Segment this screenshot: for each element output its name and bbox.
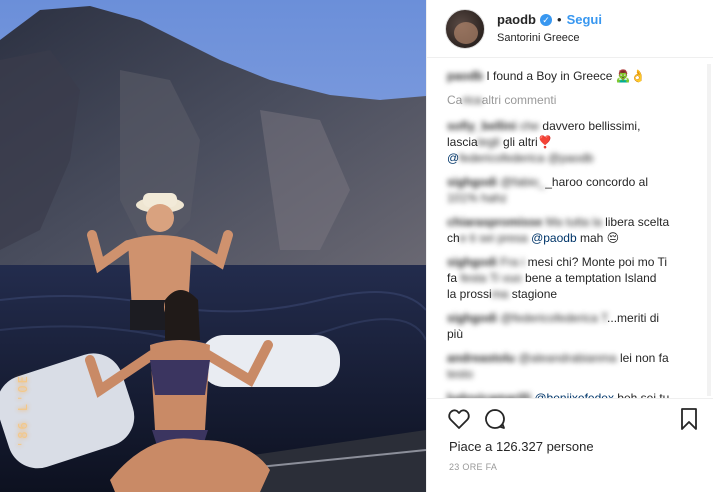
- comment-text: stagione: [508, 287, 558, 301]
- comment-text: lascia: [447, 135, 478, 149]
- comment-blurred-text: tegli: [477, 135, 500, 149]
- comment-mention[interactable]: @benjixe: [534, 391, 584, 398]
- comment-text: mah 😔: [576, 231, 620, 245]
- comment-text: beh sei tu: [613, 391, 670, 398]
- comment-item: andreastolu @aleandrabianma lei non fa te…: [447, 350, 700, 382]
- comment-item: chiaraspromisse Ma tutta la libera scelt…: [447, 214, 700, 246]
- comment-text: più: [447, 327, 464, 341]
- comment-text: mesi chi? Monte poi mo Ti: [524, 255, 668, 269]
- comment-text: ch: [447, 231, 460, 245]
- bookmark-icon[interactable]: [677, 407, 701, 431]
- post-actions: Piace a 126.327 persone 23 ORE FA: [427, 398, 713, 492]
- load-more-hidden: rica: [462, 93, 482, 107]
- comment-text: _haroo: [545, 175, 583, 189]
- comment-blurred-text: @federicofederica T: [500, 311, 608, 325]
- comment-username[interactable]: sighgodi: [447, 311, 497, 325]
- separator-dot: •: [557, 11, 562, 27]
- location-link[interactable]: Santorini Greece: [497, 30, 602, 46]
- comment-item: sofiy_bellini che davvero bellissimi, las…: [447, 118, 700, 166]
- comment-item: ludovicamarilli @benjixefedex beh sei tu…: [447, 390, 700, 398]
- comments-list[interactable]: paodb I found a Boy in Greece 🧟‍♂️👌 Cari…: [427, 58, 713, 398]
- action-icons: [427, 399, 713, 437]
- comment-blurred-text: festa Ti vuo: [457, 271, 522, 285]
- photo-date-stamp: '86 L'OE: [16, 374, 30, 448]
- post-photo[interactable]: '86 L'OE: [0, 0, 426, 492]
- comment-blurred-text: e ti sei presa: [459, 231, 528, 245]
- comment-item: sighgodi @federicofederica T...meriti di…: [447, 310, 700, 342]
- comment-text: bene a temptation Island: [521, 271, 657, 285]
- comment-text: libera scelta: [601, 215, 670, 229]
- follow-button[interactable]: Segui: [567, 12, 602, 28]
- load-more-left: Ca: [447, 93, 463, 107]
- comment-username[interactable]: ludovicamarilli: [447, 391, 531, 398]
- comment-mention[interactable]: @paodb: [528, 231, 577, 245]
- comment-mention[interactable]: fedex: [585, 391, 614, 398]
- comment-blurred-text: Ma tutta la: [545, 215, 602, 229]
- comment-text: fa: [447, 271, 458, 285]
- comment-username[interactable]: sighgodi: [447, 175, 497, 189]
- username-link[interactable]: paodb: [497, 12, 536, 28]
- comment-username[interactable]: sofiy_bellini: [447, 119, 516, 133]
- comment-blurred-text: ma: [491, 287, 509, 301]
- verified-badge-icon: ✓: [540, 13, 552, 26]
- heart-icon[interactable]: [447, 407, 471, 431]
- comment-blurred-text: @aleandrabianma: [518, 351, 617, 365]
- comment-text: gli altri❣️: [499, 135, 553, 149]
- header-text: paodb ✓ • Segui Santorini Greece: [497, 12, 602, 46]
- caption-text: I found a Boy in Greece 🧟‍♂️👌: [486, 69, 646, 83]
- comment-blurred-text: testo: [447, 367, 474, 381]
- comment-item: sighgodi @fabio__haroo concordo al 101% h…: [447, 174, 700, 206]
- instagram-post: '86 L'OE paodb ✓ • Segui Santorini Greec…: [0, 0, 713, 492]
- post-timestamp[interactable]: 23 ORE FA: [449, 462, 497, 472]
- comments-scrollbar[interactable]: [707, 64, 711, 396]
- comment-blurred-text: Fra i: [500, 255, 525, 269]
- comment-username[interactable]: andreastolu: [447, 351, 515, 365]
- comment-blurred-text: federicofederica @paodb: [459, 151, 594, 165]
- load-more-right: altri commenti: [481, 93, 557, 107]
- comment-text: lei non fa: [616, 351, 669, 365]
- comment-blurred-text: che: [519, 119, 540, 133]
- post-sidebar: paodb ✓ • Segui Santorini Greece paodb I…: [426, 0, 713, 492]
- header-row: paodb ✓ • Segui: [497, 12, 602, 28]
- comment-username[interactable]: sighgodi: [447, 255, 497, 269]
- avatar[interactable]: [445, 8, 485, 49]
- comment-text: davvero bellissimi,: [539, 119, 641, 133]
- comment-text: la prossi: [447, 287, 492, 301]
- comment-item: sighgodi Fra i mesi chi? Monte poi mo Ti…: [447, 254, 700, 302]
- comment-text: concordo al: [582, 175, 648, 189]
- likes-count[interactable]: Piace a 126.327 persone: [449, 439, 594, 454]
- comment-icon[interactable]: [483, 407, 507, 431]
- caption: paodb I found a Boy in Greece 🧟‍♂️👌: [447, 68, 700, 84]
- comment-blurred-text: @fabio_: [500, 175, 546, 189]
- comment-mention[interactable]: @: [447, 151, 459, 165]
- comment-text: ...meriti di: [607, 311, 660, 325]
- comment-username[interactable]: chiaraspromisse: [447, 215, 542, 229]
- comment-blurred-text: 101% hahz: [447, 191, 508, 205]
- load-more-comments[interactable]: Caricaaltri commenti: [447, 92, 700, 108]
- post-header: paodb ✓ • Segui Santorini Greece: [427, 0, 713, 58]
- caption-username[interactable]: paodb: [447, 69, 483, 83]
